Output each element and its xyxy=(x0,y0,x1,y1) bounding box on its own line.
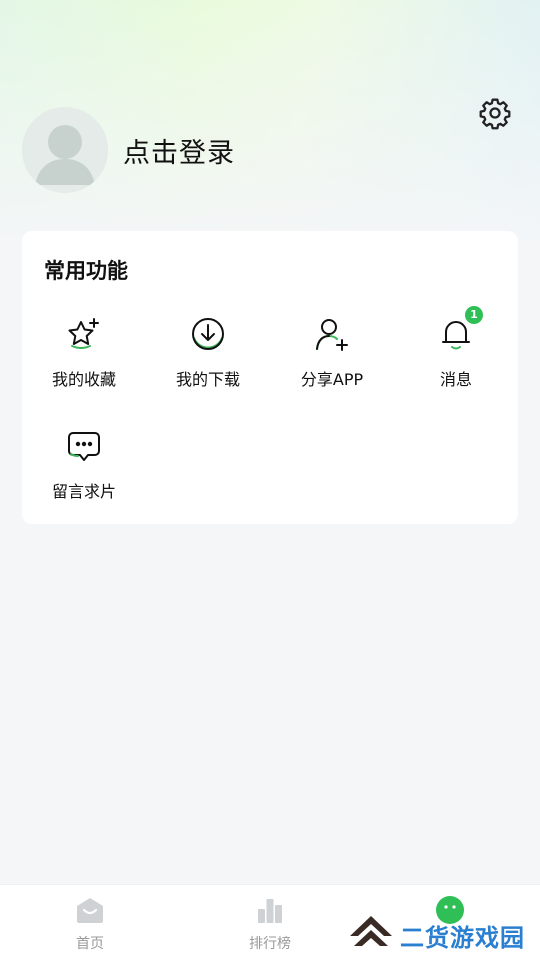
downloads-label: 我的下载 xyxy=(175,370,240,389)
request-film-label: 留言求片 xyxy=(51,482,116,501)
chat-bubble-icon xyxy=(68,432,100,461)
common-functions-card: 常用功能 我的收藏 我的下载 分享APP 1 消息 留言求片 xyxy=(22,231,518,524)
avatar[interactable] xyxy=(22,107,108,193)
tab-home-label: 首页 xyxy=(76,936,104,952)
bell-icon-wrapper: 1 xyxy=(438,306,483,352)
login-link[interactable]: 点击登录 xyxy=(123,131,235,170)
tab-home[interactable]: 首页 xyxy=(0,885,180,961)
tab-ranking[interactable]: 排行榜 xyxy=(180,885,360,961)
tab-ranking-label: 排行榜 xyxy=(249,936,291,952)
star-sparkle-icon xyxy=(68,318,99,349)
watermark-text: 二货游戏园 xyxy=(400,924,525,952)
messages-label: 消息 xyxy=(439,370,472,389)
share-app-button[interactable]: 分享APP xyxy=(270,316,394,406)
watermark-logo-icon xyxy=(350,916,392,946)
my-favorites-button[interactable]: 我的收藏 xyxy=(22,316,146,406)
settings-button[interactable] xyxy=(476,94,514,132)
default-avatar-icon xyxy=(22,107,108,193)
download-icon xyxy=(192,318,224,350)
add-user-icon xyxy=(316,319,348,351)
request-film-button[interactable]: 留言求片 xyxy=(22,428,146,518)
card-title: 常用功能 xyxy=(44,259,128,283)
share-app-label: 分享APP xyxy=(300,370,364,389)
site-watermark: 二货游戏园 xyxy=(348,912,538,956)
messages-button[interactable]: 1 消息 xyxy=(394,306,518,406)
home-icon xyxy=(77,898,103,923)
gear-icon xyxy=(479,98,511,130)
favorites-label: 我的收藏 xyxy=(51,370,116,389)
message-count-badge: 1 xyxy=(465,306,483,324)
ranking-chart-icon xyxy=(258,899,282,923)
my-downloads-button[interactable]: 我的下载 xyxy=(146,316,270,406)
